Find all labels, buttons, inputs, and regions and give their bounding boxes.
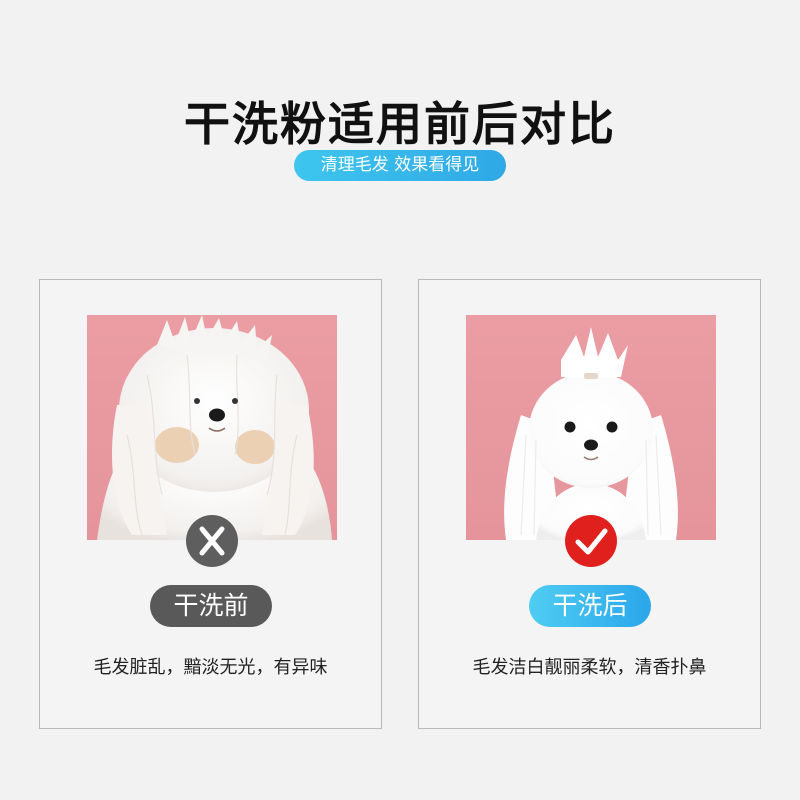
check-badge (565, 515, 617, 567)
after-caption: 毛发洁白靓丽柔软，清香扑鼻 (472, 657, 707, 678)
x-badge (186, 515, 238, 567)
subtitle-badge: 清理毛发 效果看得见 (294, 150, 506, 181)
before-label: 干洗前 (150, 585, 272, 627)
before-dog-photo (87, 315, 337, 540)
check-icon (575, 528, 608, 555)
clean-dog-illustration (504, 327, 678, 540)
x-icon (199, 526, 225, 556)
before-card: 干洗前 毛发脏乱，黯淡无光，有异味 (39, 279, 382, 729)
messy-dog-illustration (97, 315, 332, 540)
page-title: 干洗粉适用前后对比 (184, 97, 616, 151)
after-dog-photo (466, 315, 716, 540)
after-label: 干洗后 (529, 585, 651, 627)
after-card: 干洗后 毛发洁白靓丽柔软，清香扑鼻 (418, 279, 761, 729)
before-caption: 毛发脏乱，黯淡无光，有异味 (93, 657, 328, 678)
